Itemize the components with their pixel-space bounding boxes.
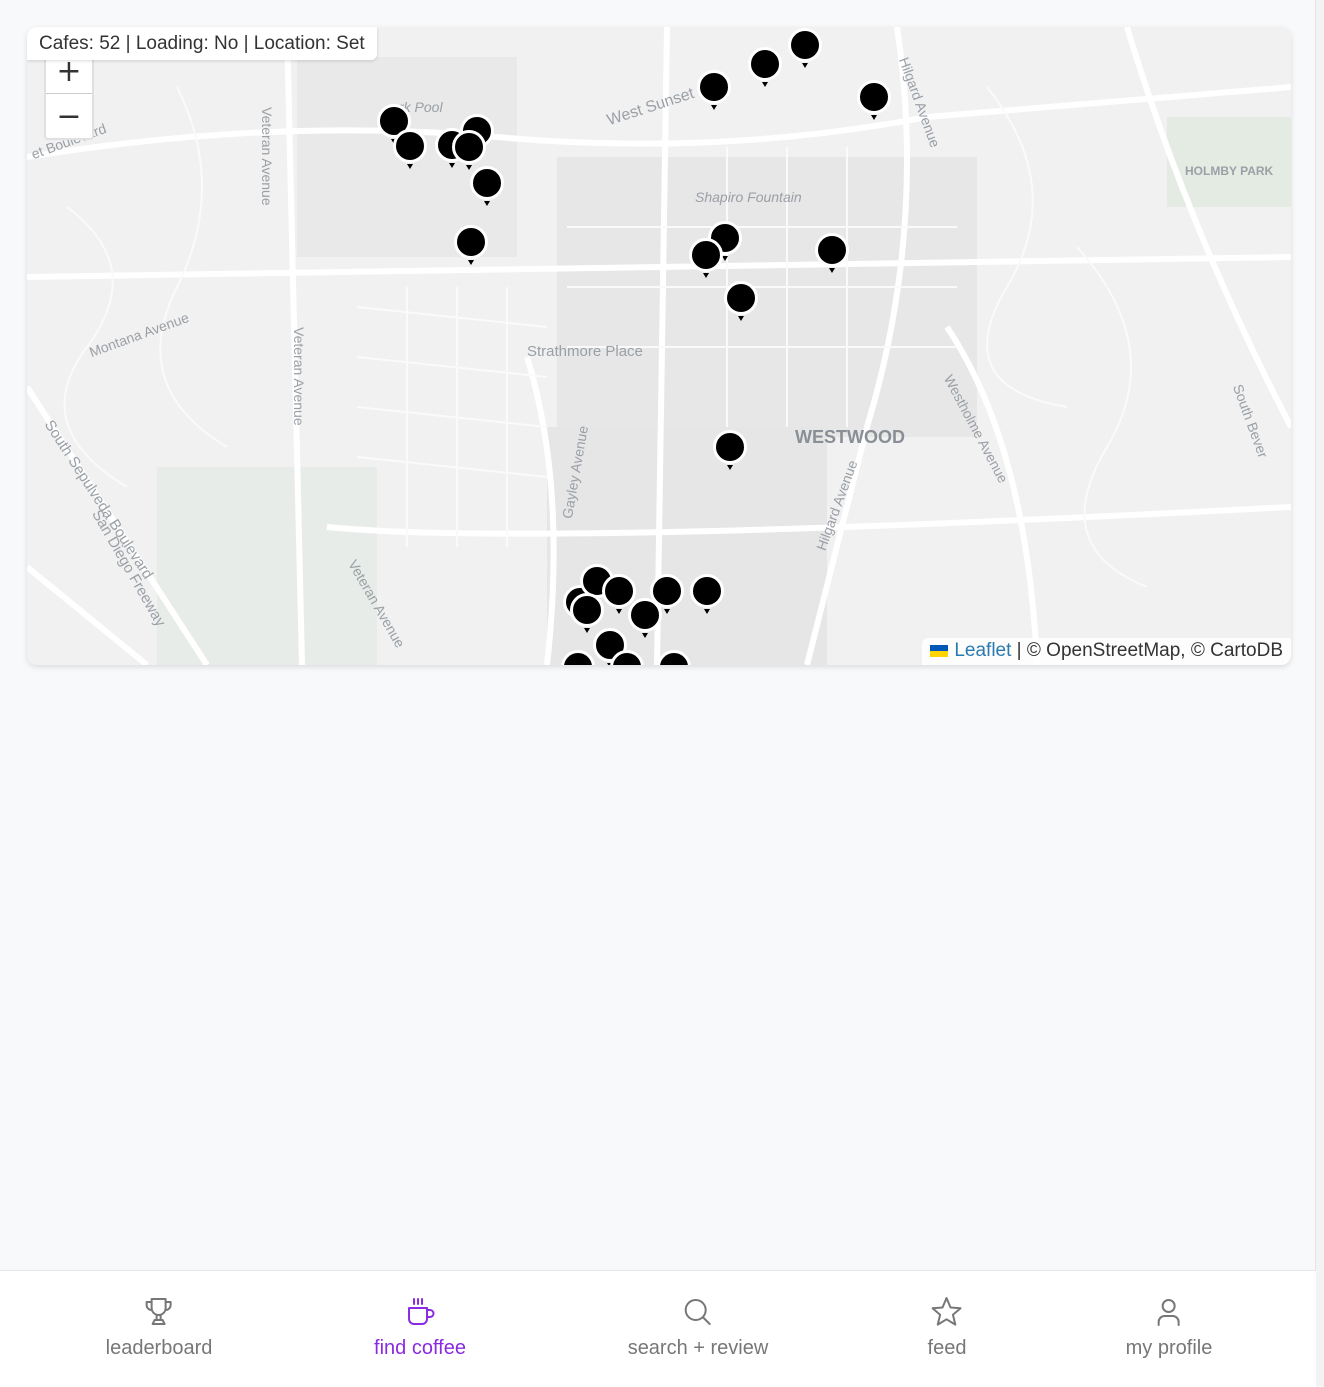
- map-label-holmby: HOLMBY PARK: [1185, 164, 1274, 178]
- cafe-marker[interactable]: [748, 47, 782, 87]
- cafe-marker[interactable]: [452, 130, 486, 170]
- nav-search-review[interactable]: search + review: [627, 1295, 769, 1360]
- star-icon: [932, 1297, 962, 1326]
- nav-feed[interactable]: feed: [927, 1295, 967, 1360]
- status-bar: Cafes: 52 | Loading: No | Location: Set: [27, 27, 377, 60]
- user-icon: [1157, 1299, 1180, 1326]
- cafe-marker[interactable]: [690, 574, 724, 614]
- ukraine-flag-icon: [930, 644, 949, 657]
- nav-label: leaderboard: [105, 1337, 213, 1359]
- map-label-westwood: WESTWOOD: [795, 427, 905, 447]
- map-label-veteran-2: Veteran Avenue: [291, 327, 307, 426]
- zoom-out-button[interactable]: −: [46, 94, 92, 138]
- cafe-marker[interactable]: [815, 233, 849, 273]
- cafe-marker[interactable]: [724, 281, 758, 321]
- map-base-tiles: [27, 27, 1291, 665]
- cafe-marker[interactable]: [857, 80, 891, 120]
- bottom-nav: leaderboard find coffee search + review …: [0, 1270, 1316, 1387]
- zoom-control: + −: [44, 47, 94, 140]
- nav-label: my profile: [1125, 1337, 1213, 1359]
- cafe-marker[interactable]: [570, 593, 604, 633]
- nav-label: find coffee: [374, 1337, 466, 1359]
- attribution-text: © OpenStreetMap, © CartoDB: [1026, 640, 1283, 661]
- cafe-marker[interactable]: [454, 225, 488, 265]
- cafe-marker[interactable]: [697, 70, 731, 110]
- coffee-cup-icon: [408, 1298, 435, 1325]
- nav-find-coffee[interactable]: find coffee: [374, 1295, 466, 1360]
- cafe-marker[interactable]: [602, 574, 636, 614]
- search-icon: [685, 1299, 711, 1325]
- cafe-marker[interactable]: [713, 430, 747, 470]
- map-label-veteran-1: Veteran Avenue: [259, 107, 275, 206]
- map-label-shapiro: Shapiro Fountain: [695, 189, 802, 205]
- cafe-marker[interactable]: [689, 238, 723, 278]
- attribution-separator: |: [1016, 640, 1022, 661]
- nav-my-profile[interactable]: my profile: [1125, 1295, 1213, 1360]
- trophy-icon: [146, 1298, 172, 1325]
- nav-label: feed: [927, 1337, 967, 1359]
- map-attribution: Leaflet | © OpenStreetMap, © CartoDB: [922, 638, 1291, 665]
- nav-leaderboard[interactable]: leaderboard: [105, 1295, 213, 1360]
- map-label-strathmore: Strathmore Place: [527, 343, 643, 360]
- nav-label: search + review: [627, 1337, 769, 1359]
- cafe-marker[interactable]: [788, 28, 822, 68]
- cafe-map[interactable]: Cafes: 52 | Loading: No | Location: Set …: [27, 27, 1291, 665]
- cafe-marker[interactable]: [628, 598, 662, 638]
- window-right-edge: [1315, 0, 1324, 1386]
- cafe-marker[interactable]: [393, 129, 427, 169]
- cafe-marker[interactable]: [470, 166, 504, 206]
- leaflet-link[interactable]: Leaflet: [954, 640, 1011, 661]
